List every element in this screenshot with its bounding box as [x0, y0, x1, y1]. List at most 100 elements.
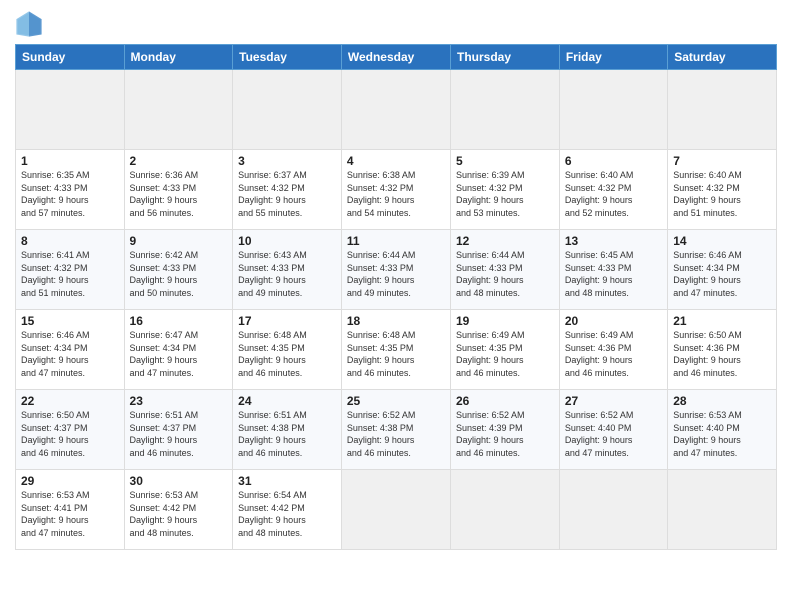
- day-number: 1: [21, 154, 119, 168]
- day-number: 2: [130, 154, 228, 168]
- day-info: Sunrise: 6:51 AM Sunset: 4:37 PM Dayligh…: [130, 409, 228, 459]
- day-info: Sunrise: 6:52 AM Sunset: 4:39 PM Dayligh…: [456, 409, 554, 459]
- logo-icon: [15, 10, 43, 38]
- calendar-cell: 11Sunrise: 6:44 AM Sunset: 4:33 PM Dayli…: [341, 230, 450, 310]
- day-number: 8: [21, 234, 119, 248]
- day-number: 18: [347, 314, 445, 328]
- logo: [15, 10, 47, 38]
- calendar-cell: [341, 470, 450, 550]
- day-number: 27: [565, 394, 662, 408]
- day-info: Sunrise: 6:47 AM Sunset: 4:34 PM Dayligh…: [130, 329, 228, 379]
- day-number: 9: [130, 234, 228, 248]
- calendar-cell: 9Sunrise: 6:42 AM Sunset: 4:33 PM Daylig…: [124, 230, 233, 310]
- calendar-cell: [16, 70, 125, 150]
- day-info: Sunrise: 6:52 AM Sunset: 4:40 PM Dayligh…: [565, 409, 662, 459]
- calendar-cell: 10Sunrise: 6:43 AM Sunset: 4:33 PM Dayli…: [233, 230, 342, 310]
- day-info: Sunrise: 6:42 AM Sunset: 4:33 PM Dayligh…: [130, 249, 228, 299]
- day-number: 17: [238, 314, 336, 328]
- day-number: 20: [565, 314, 662, 328]
- page-header: [15, 10, 777, 38]
- calendar-week-4: 22Sunrise: 6:50 AM Sunset: 4:37 PM Dayli…: [16, 390, 777, 470]
- day-info: Sunrise: 6:44 AM Sunset: 4:33 PM Dayligh…: [456, 249, 554, 299]
- calendar-cell: 14Sunrise: 6:46 AM Sunset: 4:34 PM Dayli…: [668, 230, 777, 310]
- calendar-cell: 4Sunrise: 6:38 AM Sunset: 4:32 PM Daylig…: [341, 150, 450, 230]
- day-info: Sunrise: 6:50 AM Sunset: 4:37 PM Dayligh…: [21, 409, 119, 459]
- col-header-tuesday: Tuesday: [233, 45, 342, 70]
- calendar-cell: 15Sunrise: 6:46 AM Sunset: 4:34 PM Dayli…: [16, 310, 125, 390]
- calendar-cell: [559, 470, 667, 550]
- day-info: Sunrise: 6:48 AM Sunset: 4:35 PM Dayligh…: [347, 329, 445, 379]
- calendar-cell: 23Sunrise: 6:51 AM Sunset: 4:37 PM Dayli…: [124, 390, 233, 470]
- calendar-week-2: 8Sunrise: 6:41 AM Sunset: 4:32 PM Daylig…: [16, 230, 777, 310]
- calendar-week-1: 1Sunrise: 6:35 AM Sunset: 4:33 PM Daylig…: [16, 150, 777, 230]
- day-number: 28: [673, 394, 771, 408]
- day-number: 26: [456, 394, 554, 408]
- calendar-cell: 13Sunrise: 6:45 AM Sunset: 4:33 PM Dayli…: [559, 230, 667, 310]
- col-header-saturday: Saturday: [668, 45, 777, 70]
- calendar-cell: 31Sunrise: 6:54 AM Sunset: 4:42 PM Dayli…: [233, 470, 342, 550]
- day-info: Sunrise: 6:51 AM Sunset: 4:38 PM Dayligh…: [238, 409, 336, 459]
- col-header-thursday: Thursday: [451, 45, 560, 70]
- calendar-cell: [668, 470, 777, 550]
- col-header-friday: Friday: [559, 45, 667, 70]
- calendar-cell: 18Sunrise: 6:48 AM Sunset: 4:35 PM Dayli…: [341, 310, 450, 390]
- calendar-cell: [341, 70, 450, 150]
- day-info: Sunrise: 6:48 AM Sunset: 4:35 PM Dayligh…: [238, 329, 336, 379]
- day-number: 15: [21, 314, 119, 328]
- calendar-cell: 26Sunrise: 6:52 AM Sunset: 4:39 PM Dayli…: [451, 390, 560, 470]
- day-info: Sunrise: 6:39 AM Sunset: 4:32 PM Dayligh…: [456, 169, 554, 219]
- day-number: 23: [130, 394, 228, 408]
- calendar-cell: 24Sunrise: 6:51 AM Sunset: 4:38 PM Dayli…: [233, 390, 342, 470]
- calendar-cell: 3Sunrise: 6:37 AM Sunset: 4:32 PM Daylig…: [233, 150, 342, 230]
- day-info: Sunrise: 6:52 AM Sunset: 4:38 PM Dayligh…: [347, 409, 445, 459]
- col-header-monday: Monday: [124, 45, 233, 70]
- day-number: 29: [21, 474, 119, 488]
- day-info: Sunrise: 6:50 AM Sunset: 4:36 PM Dayligh…: [673, 329, 771, 379]
- day-info: Sunrise: 6:41 AM Sunset: 4:32 PM Dayligh…: [21, 249, 119, 299]
- day-number: 25: [347, 394, 445, 408]
- day-info: Sunrise: 6:54 AM Sunset: 4:42 PM Dayligh…: [238, 489, 336, 539]
- calendar-cell: 28Sunrise: 6:53 AM Sunset: 4:40 PM Dayli…: [668, 390, 777, 470]
- calendar-cell: [559, 70, 667, 150]
- day-number: 3: [238, 154, 336, 168]
- day-number: 7: [673, 154, 771, 168]
- day-number: 5: [456, 154, 554, 168]
- day-info: Sunrise: 6:38 AM Sunset: 4:32 PM Dayligh…: [347, 169, 445, 219]
- calendar-cell: 22Sunrise: 6:50 AM Sunset: 4:37 PM Dayli…: [16, 390, 125, 470]
- calendar-cell: 8Sunrise: 6:41 AM Sunset: 4:32 PM Daylig…: [16, 230, 125, 310]
- calendar-cell: 12Sunrise: 6:44 AM Sunset: 4:33 PM Dayli…: [451, 230, 560, 310]
- calendar-table: SundayMondayTuesdayWednesdayThursdayFrid…: [15, 44, 777, 550]
- calendar-cell: 19Sunrise: 6:49 AM Sunset: 4:35 PM Dayli…: [451, 310, 560, 390]
- calendar-cell: 16Sunrise: 6:47 AM Sunset: 4:34 PM Dayli…: [124, 310, 233, 390]
- day-info: Sunrise: 6:49 AM Sunset: 4:35 PM Dayligh…: [456, 329, 554, 379]
- day-info: Sunrise: 6:37 AM Sunset: 4:32 PM Dayligh…: [238, 169, 336, 219]
- calendar-cell: 6Sunrise: 6:40 AM Sunset: 4:32 PM Daylig…: [559, 150, 667, 230]
- day-info: Sunrise: 6:40 AM Sunset: 4:32 PM Dayligh…: [673, 169, 771, 219]
- day-number: 12: [456, 234, 554, 248]
- day-info: Sunrise: 6:46 AM Sunset: 4:34 PM Dayligh…: [21, 329, 119, 379]
- calendar-cell: [451, 70, 560, 150]
- calendar-week-5: 29Sunrise: 6:53 AM Sunset: 4:41 PM Dayli…: [16, 470, 777, 550]
- day-info: Sunrise: 6:45 AM Sunset: 4:33 PM Dayligh…: [565, 249, 662, 299]
- col-header-wednesday: Wednesday: [341, 45, 450, 70]
- day-info: Sunrise: 6:44 AM Sunset: 4:33 PM Dayligh…: [347, 249, 445, 299]
- calendar-cell: 25Sunrise: 6:52 AM Sunset: 4:38 PM Dayli…: [341, 390, 450, 470]
- calendar-cell: 29Sunrise: 6:53 AM Sunset: 4:41 PM Dayli…: [16, 470, 125, 550]
- calendar-cell: 17Sunrise: 6:48 AM Sunset: 4:35 PM Dayli…: [233, 310, 342, 390]
- day-info: Sunrise: 6:43 AM Sunset: 4:33 PM Dayligh…: [238, 249, 336, 299]
- calendar-cell: 5Sunrise: 6:39 AM Sunset: 4:32 PM Daylig…: [451, 150, 560, 230]
- day-number: 31: [238, 474, 336, 488]
- calendar-cell: 27Sunrise: 6:52 AM Sunset: 4:40 PM Dayli…: [559, 390, 667, 470]
- calendar-week-0: [16, 70, 777, 150]
- day-info: Sunrise: 6:53 AM Sunset: 4:41 PM Dayligh…: [21, 489, 119, 539]
- day-number: 24: [238, 394, 336, 408]
- day-info: Sunrise: 6:53 AM Sunset: 4:40 PM Dayligh…: [673, 409, 771, 459]
- calendar-cell: [451, 470, 560, 550]
- calendar-cell: 2Sunrise: 6:36 AM Sunset: 4:33 PM Daylig…: [124, 150, 233, 230]
- day-info: Sunrise: 6:49 AM Sunset: 4:36 PM Dayligh…: [565, 329, 662, 379]
- calendar-cell: 30Sunrise: 6:53 AM Sunset: 4:42 PM Dayli…: [124, 470, 233, 550]
- calendar-cell: 21Sunrise: 6:50 AM Sunset: 4:36 PM Dayli…: [668, 310, 777, 390]
- calendar-header-row: SundayMondayTuesdayWednesdayThursdayFrid…: [16, 45, 777, 70]
- col-header-sunday: Sunday: [16, 45, 125, 70]
- calendar-cell: [668, 70, 777, 150]
